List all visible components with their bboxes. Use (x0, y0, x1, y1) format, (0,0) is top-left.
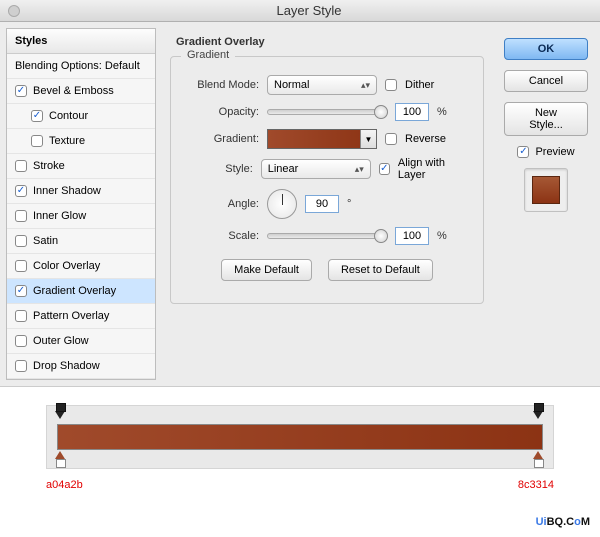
scale-slider[interactable] (267, 233, 387, 239)
styles-item-gradient-overlay[interactable]: Gradient Overlay (7, 279, 155, 304)
blend-mode-label: Blend Mode: (185, 79, 259, 91)
angle-label: Angle: (185, 198, 259, 210)
checkbox-icon[interactable] (15, 185, 27, 197)
gradient-overlay-panel: Gradient Overlay Gradient Blend Mode: No… (162, 22, 492, 386)
cancel-button[interactable]: Cancel (504, 70, 588, 92)
angle-input[interactable] (305, 195, 339, 213)
reset-default-button[interactable]: Reset to Default (328, 259, 433, 281)
reverse-checkbox[interactable] (385, 133, 397, 145)
checkbox-icon[interactable] (31, 110, 43, 122)
styles-item-color-overlay[interactable]: Color Overlay (7, 254, 155, 279)
checkbox-icon[interactable] (15, 235, 27, 247)
right-hex: 8c3314 (518, 479, 554, 491)
dither-label: Dither (405, 79, 434, 91)
blending-options-label: Blending Options: Default (15, 60, 140, 72)
styles-header[interactable]: Styles (7, 29, 155, 54)
window-title: Layer Style (26, 3, 592, 18)
styles-item-stroke[interactable]: Stroke (7, 154, 155, 179)
group-legend: Gradient (181, 49, 235, 61)
preview-checkbox[interactable] (517, 146, 529, 158)
style-label: Style: (185, 163, 253, 175)
gradient-strip[interactable] (57, 424, 543, 450)
opacity-stop-left[interactable] (55, 411, 67, 423)
ok-button[interactable]: OK (504, 38, 588, 60)
preview-label: Preview (535, 146, 574, 158)
preview-swatch (524, 168, 568, 212)
styles-item-drop-shadow[interactable]: Drop Shadow (7, 354, 155, 379)
checkbox-icon[interactable] (15, 85, 27, 97)
styles-item-pattern-overlay[interactable]: Pattern Overlay (7, 304, 155, 329)
updown-arrows-icon: ▴▾ (361, 80, 370, 91)
new-style-button[interactable]: New Style... (504, 102, 588, 136)
preview-color-icon (532, 176, 560, 204)
checkbox-icon[interactable] (15, 360, 27, 372)
gradient-label: Gradient: (185, 133, 259, 145)
checkbox-icon[interactable] (31, 135, 43, 147)
blend-mode-select[interactable]: Normal▴▾ (267, 75, 377, 95)
scale-input[interactable] (395, 227, 429, 245)
slider-thumb-icon[interactable] (374, 229, 388, 243)
opacity-slider[interactable] (267, 109, 387, 115)
styles-item-inner-shadow[interactable]: Inner Shadow (7, 179, 155, 204)
opacity-label: Opacity: (185, 106, 259, 118)
checkbox-icon[interactable] (15, 210, 27, 222)
angle-unit: ° (347, 198, 351, 210)
traffic-light-close[interactable] (8, 5, 20, 17)
scale-unit: % (437, 230, 447, 242)
make-default-button[interactable]: Make Default (221, 259, 312, 281)
slider-thumb-icon[interactable] (374, 105, 388, 119)
scale-label: Scale: (185, 230, 259, 242)
gradient-group: Gradient Blend Mode: Normal▴▾ Dither Opa… (170, 56, 484, 304)
color-stop-left[interactable] (55, 451, 67, 463)
styles-item-inner-glow[interactable]: Inner Glow (7, 204, 155, 229)
styles-list: Styles Blending Options: Default Bevel &… (6, 28, 156, 380)
opacity-unit: % (437, 106, 447, 118)
updown-arrows-icon: ▴▾ (355, 164, 364, 175)
styles-item-texture[interactable]: Texture (7, 129, 155, 154)
checkbox-icon[interactable] (15, 335, 27, 347)
layer-style-dialog: Styles Blending Options: Default Bevel &… (0, 22, 600, 387)
styles-item-bevel-emboss[interactable]: Bevel & Emboss (7, 79, 155, 104)
chevron-down-icon[interactable]: ▼ (360, 130, 376, 148)
hex-labels: a04a2b 8c3314 (46, 479, 554, 491)
gradient-editor[interactable] (46, 405, 554, 469)
reverse-label: Reverse (405, 133, 446, 145)
checkbox-icon[interactable] (15, 260, 27, 272)
styles-item-contour[interactable]: Contour (7, 104, 155, 129)
styles-item-outer-glow[interactable]: Outer Glow (7, 329, 155, 354)
window-titlebar: Layer Style (0, 0, 600, 22)
left-hex: a04a2b (46, 479, 83, 491)
section-title: Gradient Overlay (176, 36, 484, 48)
checkbox-icon[interactable] (15, 160, 27, 172)
gradient-swatch[interactable]: ▼ (267, 129, 377, 149)
checkbox-icon[interactable] (15, 285, 27, 297)
dialog-actions: OK Cancel New Style... Preview (492, 22, 600, 386)
align-label: Align with Layer (398, 157, 469, 181)
style-select[interactable]: Linear▴▾ (261, 159, 371, 179)
styles-blending-options[interactable]: Blending Options: Default (7, 54, 155, 79)
opacity-input[interactable] (395, 103, 429, 121)
color-stop-right[interactable] (533, 451, 545, 463)
dither-checkbox[interactable] (385, 79, 397, 91)
checkbox-icon[interactable] (15, 310, 27, 322)
opacity-stop-right[interactable] (533, 411, 545, 423)
angle-dial[interactable] (267, 189, 297, 219)
align-checkbox[interactable] (379, 163, 390, 175)
styles-item-satin[interactable]: Satin (7, 229, 155, 254)
